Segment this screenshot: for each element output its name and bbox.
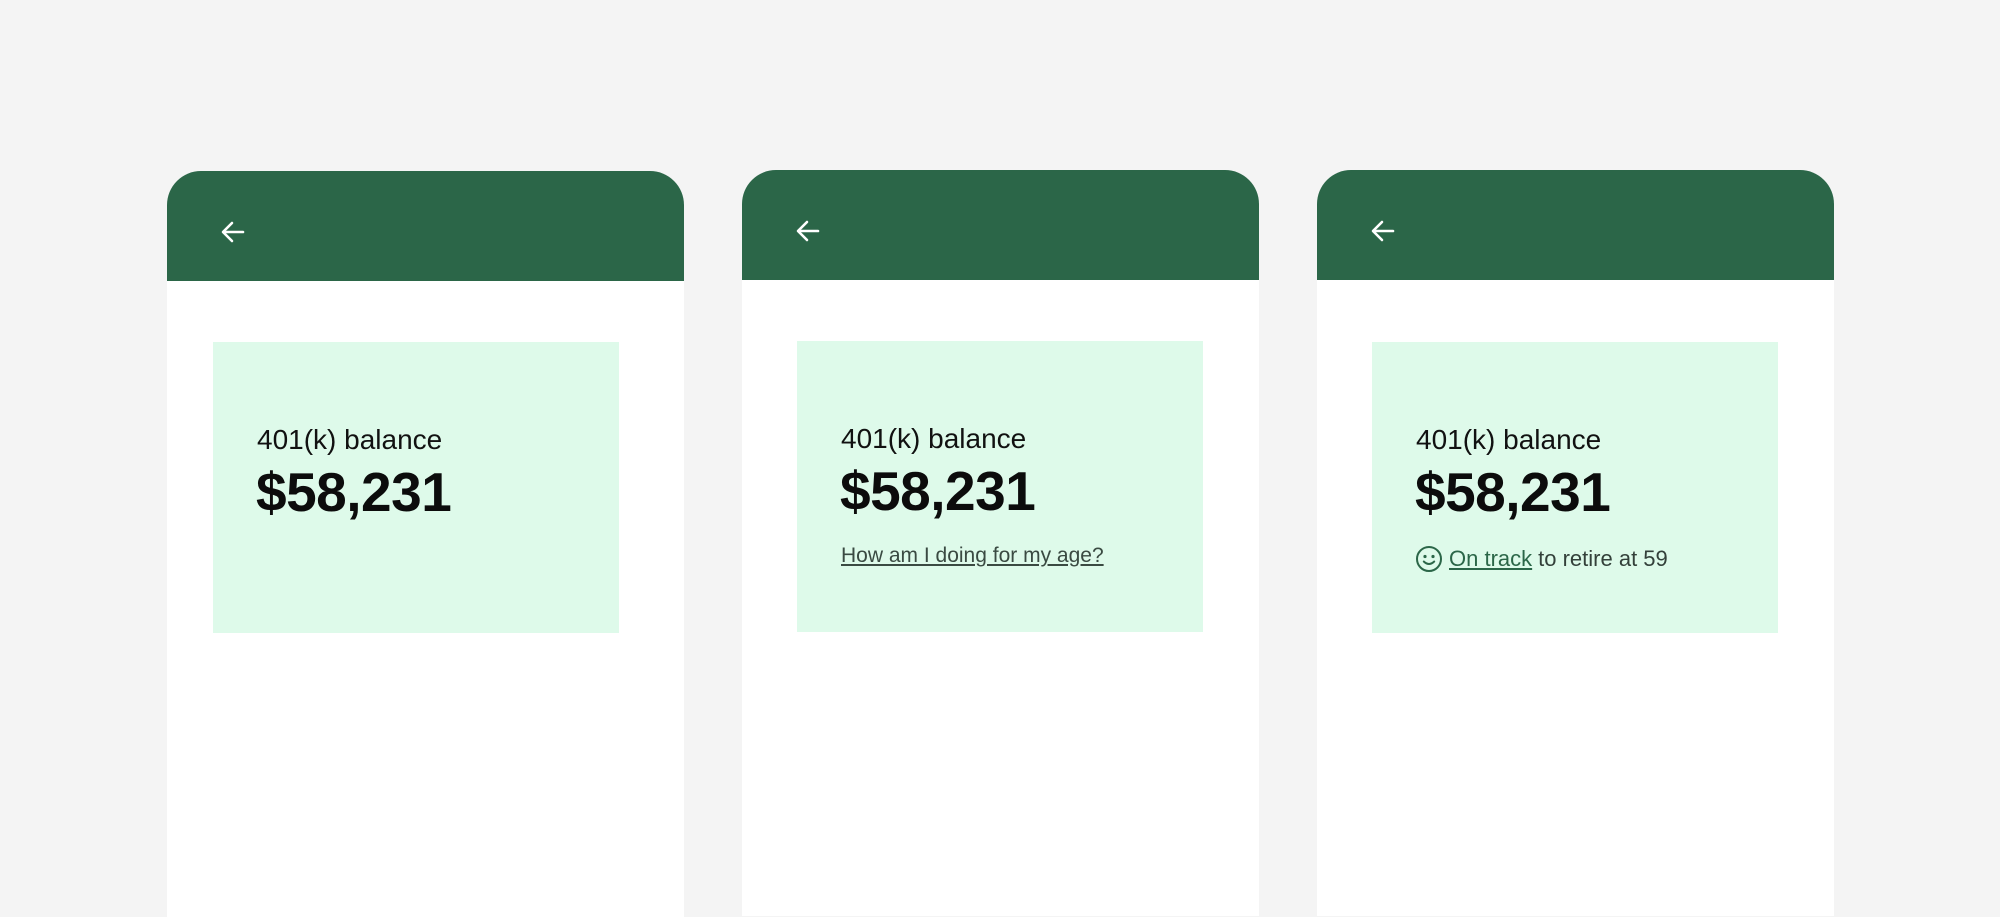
balance-amount: $58,231	[1415, 461, 1611, 523]
smiley-icon	[1415, 545, 1443, 573]
back-button[interactable]	[1368, 216, 1398, 246]
retirement-status: On track to retire at 59	[1415, 545, 1668, 573]
status-text: to retire at 59	[1538, 546, 1668, 571]
phone-screen-1: 401(k) balance $58,231	[167, 171, 684, 917]
balance-label: 401(k) balance	[841, 423, 1027, 454]
phone-screen-2: 401(k) balance $58,231 How am I doing fo…	[742, 170, 1259, 916]
balance-amount: $58,231	[256, 461, 452, 523]
age-comparison-link[interactable]: How am I doing for my age?	[841, 544, 1104, 568]
balance-amount: $58,231	[840, 460, 1036, 522]
balance-label: 401(k) balance	[1416, 424, 1602, 455]
arrow-left-icon	[221, 221, 245, 243]
balance-card: 401(k) balance $58,231 On track to retir…	[1372, 342, 1778, 633]
balance-card: 401(k) balance $58,231 How am I doing fo…	[797, 341, 1203, 632]
on-track-link[interactable]: On track	[1449, 546, 1532, 572]
arrow-left-icon	[1371, 220, 1395, 242]
app-bar	[167, 171, 684, 281]
back-button[interactable]	[218, 217, 248, 247]
app-bar	[742, 170, 1259, 280]
arrow-left-icon	[796, 220, 820, 242]
app-bar	[1317, 170, 1834, 280]
back-button[interactable]	[793, 216, 823, 246]
phone-screen-3: 401(k) balance $58,231 On track to retir…	[1317, 170, 1834, 916]
balance-card: 401(k) balance $58,231	[213, 342, 619, 633]
balance-label: 401(k) balance	[257, 424, 443, 455]
